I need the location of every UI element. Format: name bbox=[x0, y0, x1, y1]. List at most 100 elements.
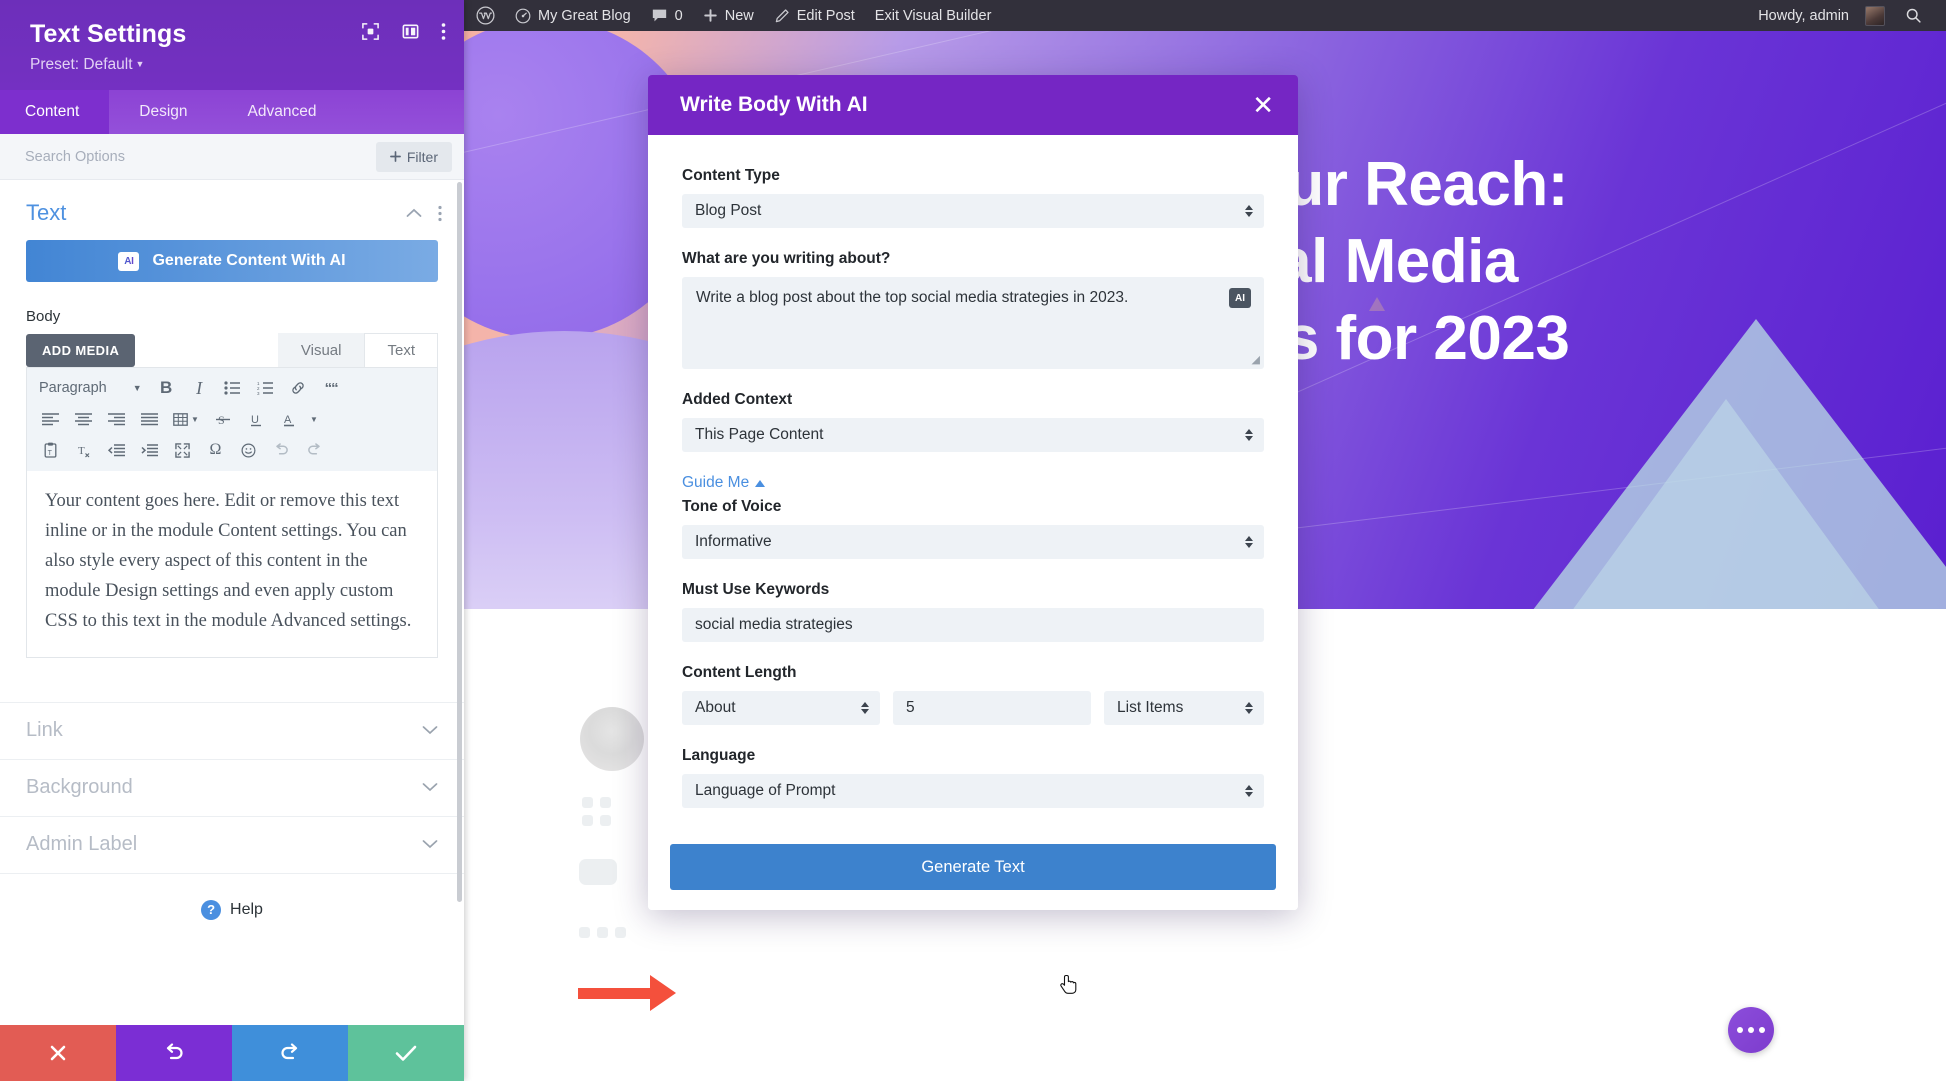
outdent-icon[interactable] bbox=[101, 437, 132, 463]
wordpress-admin-bar: My Great Blog 0 New Edit Post Exit Visua… bbox=[464, 0, 1946, 31]
guide-me-toggle[interactable]: Guide Me bbox=[682, 474, 766, 492]
paste-as-text-icon[interactable]: T bbox=[35, 437, 66, 463]
undo-icon[interactable] bbox=[266, 437, 297, 463]
content-length-amount-input[interactable]: 5 bbox=[893, 691, 1091, 725]
language-select[interactable]: Language of Prompt bbox=[682, 774, 1264, 808]
indent-icon[interactable] bbox=[134, 437, 165, 463]
language-value: Language of Prompt bbox=[695, 782, 836, 799]
more-vertical-icon[interactable] bbox=[441, 22, 446, 41]
bold-icon[interactable]: B bbox=[151, 375, 182, 401]
add-media-button[interactable]: ADD MEDIA bbox=[26, 334, 136, 367]
focus-icon[interactable] bbox=[361, 22, 380, 41]
table-icon[interactable]: ▼ bbox=[167, 406, 205, 432]
align-right-icon[interactable] bbox=[101, 406, 132, 432]
placeholder-block bbox=[582, 797, 593, 808]
accordion-background[interactable]: Background bbox=[0, 758, 464, 816]
ai-badge-icon[interactable]: AI bbox=[1229, 288, 1251, 308]
search-button[interactable] bbox=[1895, 0, 1932, 31]
save-button[interactable] bbox=[348, 1025, 464, 1081]
italic-icon[interactable]: I bbox=[184, 375, 215, 401]
wordpress-logo-button[interactable] bbox=[464, 0, 505, 31]
added-context-label: Added Context bbox=[682, 391, 793, 408]
placeholder-block bbox=[597, 927, 608, 938]
accordion-admin-label-label: Admin Label bbox=[26, 833, 138, 856]
align-center-icon[interactable] bbox=[68, 406, 99, 432]
chevron-down-icon: ▼ bbox=[132, 383, 142, 393]
redo-icon bbox=[281, 1043, 298, 1060]
undo-button[interactable] bbox=[116, 1025, 232, 1081]
prompt-field: What are you writing about? Write a blog… bbox=[682, 250, 1264, 369]
editor-content-area[interactable]: Your content goes here. Edit or remove t… bbox=[27, 471, 437, 657]
chevron-up-icon[interactable] bbox=[406, 208, 422, 218]
tinymce-editor: Paragraph ▼ B I 123 ““ ▼ U A ▼ T T Ω You… bbox=[26, 367, 438, 658]
tab-text[interactable]: Text bbox=[364, 333, 438, 367]
align-left-icon[interactable] bbox=[35, 406, 66, 432]
fullscreen-icon[interactable] bbox=[167, 437, 198, 463]
accordion-admin-label[interactable]: Admin Label bbox=[0, 815, 464, 873]
emoji-icon[interactable] bbox=[233, 437, 264, 463]
text-color-icon[interactable]: A bbox=[273, 406, 304, 432]
new-content-button[interactable]: New bbox=[693, 0, 764, 31]
must-use-keywords-field: Must Use Keywords social media strategie… bbox=[682, 581, 1264, 642]
arrow-head bbox=[650, 975, 676, 1011]
accordion-link-label: Link bbox=[26, 719, 63, 742]
site-name-menu[interactable]: My Great Blog bbox=[505, 0, 641, 31]
edit-post-button[interactable]: Edit Post bbox=[764, 0, 865, 31]
strikethrough-icon[interactable]: S bbox=[207, 406, 238, 432]
preset-selector[interactable]: Preset: Default ▼ bbox=[30, 56, 442, 74]
wordpress-logo-icon bbox=[476, 6, 495, 25]
close-icon[interactable]: ✕ bbox=[1252, 92, 1274, 118]
placeholder-block bbox=[615, 927, 626, 938]
numbered-list-icon[interactable]: 123 bbox=[250, 375, 281, 401]
redo-icon[interactable] bbox=[299, 437, 330, 463]
clear-formatting-icon[interactable]: T bbox=[68, 437, 99, 463]
more-vertical-icon[interactable] bbox=[438, 205, 442, 222]
account-menu[interactable]: Howdy, admin bbox=[1746, 0, 1895, 31]
accordion-link[interactable]: Link bbox=[0, 701, 464, 759]
comments-button[interactable]: 0 bbox=[641, 0, 693, 31]
content-length-unit-select[interactable]: List Items bbox=[1104, 691, 1264, 725]
more-options-fab[interactable] bbox=[1728, 1007, 1774, 1053]
editor-toolbar: Paragraph ▼ B I 123 ““ ▼ U A ▼ T T Ω bbox=[27, 368, 437, 471]
link-icon[interactable] bbox=[283, 375, 314, 401]
tab-design[interactable]: Design bbox=[109, 90, 217, 134]
tone-of-voice-select[interactable]: Informative bbox=[682, 525, 1264, 559]
blockquote-icon[interactable]: ““ bbox=[316, 375, 347, 401]
exit-visual-builder-button[interactable]: Exit Visual Builder bbox=[865, 0, 1002, 31]
generate-text-button[interactable]: Generate Text bbox=[670, 844, 1276, 890]
placeholder-block bbox=[579, 927, 590, 938]
text-color-chevron-icon[interactable]: ▼ bbox=[306, 406, 322, 432]
tab-content[interactable]: Content bbox=[0, 90, 110, 134]
language-field: Language Language of Prompt bbox=[682, 747, 1264, 808]
content-length-approx-value: About bbox=[695, 699, 736, 716]
mouse-cursor bbox=[1060, 974, 1078, 998]
discard-button[interactable] bbox=[0, 1025, 116, 1081]
panel-scrollbar[interactable] bbox=[457, 182, 462, 902]
added-context-select[interactable]: This Page Content bbox=[682, 418, 1264, 452]
prompt-textarea[interactable]: Write a blog post about the top social m… bbox=[682, 277, 1264, 369]
content-type-select[interactable]: Blog Post bbox=[682, 194, 1264, 228]
admin-bar-right-group: Howdy, admin bbox=[1746, 0, 1946, 31]
help-label: Help bbox=[230, 900, 263, 918]
underline-icon[interactable]: U bbox=[240, 406, 271, 432]
content-length-approx-select[interactable]: About bbox=[682, 691, 880, 725]
tab-visual[interactable]: Visual bbox=[277, 333, 365, 367]
filter-button[interactable]: Filter bbox=[375, 141, 452, 172]
site-name-label: My Great Blog bbox=[538, 7, 631, 24]
help-link[interactable]: ? Help bbox=[0, 872, 464, 920]
special-character-icon[interactable]: Ω bbox=[200, 437, 231, 463]
chevron-down-icon bbox=[422, 779, 438, 796]
search-input[interactable] bbox=[0, 148, 376, 165]
must-use-keywords-input[interactable]: social media strategies bbox=[682, 608, 1264, 642]
resize-grip-icon[interactable]: ◢ bbox=[1252, 355, 1260, 366]
redo-button[interactable] bbox=[232, 1025, 348, 1081]
filter-label: Filter bbox=[406, 148, 438, 165]
generate-content-with-ai-button[interactable]: AI Generate Content With AI bbox=[26, 240, 438, 282]
layout-columns-icon[interactable] bbox=[401, 22, 420, 41]
format-select[interactable]: Paragraph ▼ bbox=[35, 375, 149, 401]
tab-advanced[interactable]: Advanced bbox=[218, 90, 347, 134]
undo-icon bbox=[166, 1043, 183, 1060]
bulleted-list-icon[interactable] bbox=[217, 375, 248, 401]
align-justify-icon[interactable] bbox=[134, 406, 165, 432]
select-spinner-icon bbox=[1245, 429, 1253, 441]
